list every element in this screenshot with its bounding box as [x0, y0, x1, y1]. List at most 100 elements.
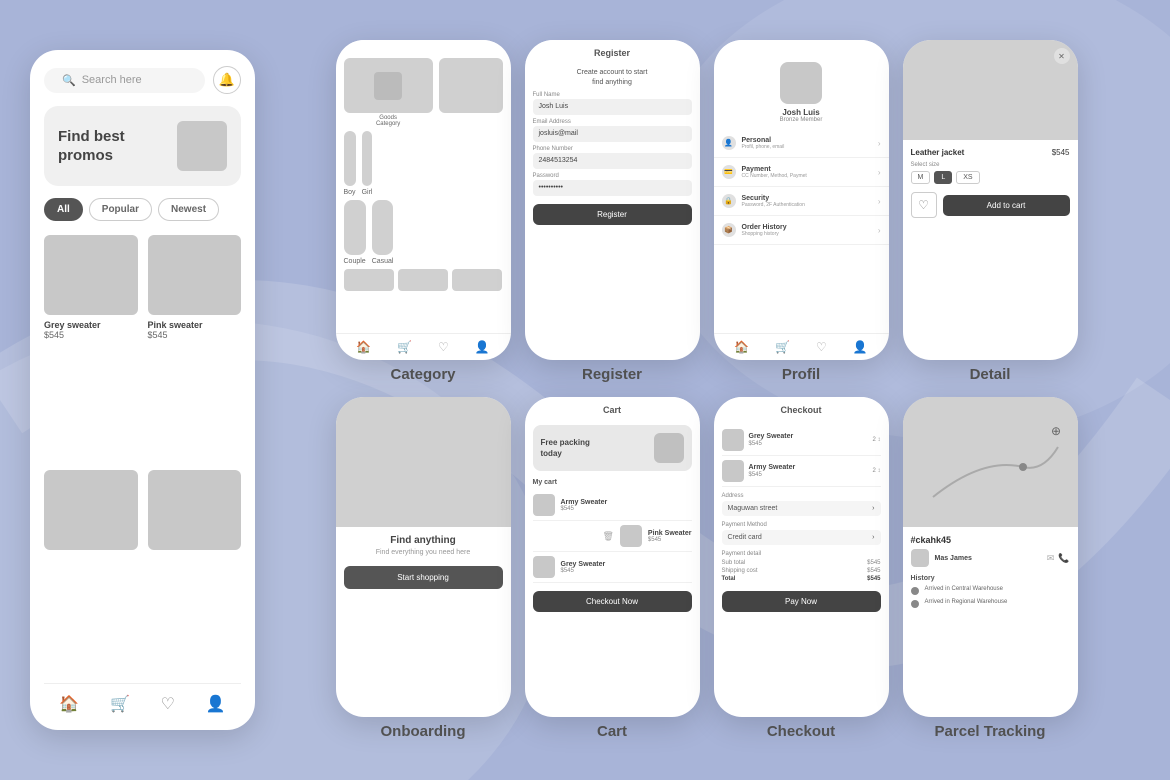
- password-label: Password: [533, 173, 692, 179]
- cart-item-2[interactable]: 🗑 Pink Sweater $545: [533, 521, 692, 552]
- cart-icon[interactable]: 🛒: [775, 340, 790, 354]
- history-dot-icon: [911, 600, 919, 608]
- wishlist-icon[interactable]: ♡: [161, 694, 175, 714]
- cat-side-item: [439, 58, 503, 127]
- address-value[interactable]: Maguwan street ›: [722, 501, 881, 516]
- profil-name: Josh Luis: [782, 108, 819, 117]
- main-layout: 🔍 Search here 🔔 Find bestpromos All Popu…: [0, 0, 1170, 780]
- map-svg: ⊕: [903, 397, 1078, 527]
- email-input[interactable]: josluis@mail: [533, 126, 692, 142]
- cat-label-casual: Casual: [372, 258, 394, 265]
- tab-newest[interactable]: Newest: [158, 198, 219, 221]
- parcel-tracking-id: #ckahk45: [911, 535, 1070, 545]
- cat-side-img: [439, 58, 503, 113]
- phone-input[interactable]: 2484513254: [533, 153, 692, 169]
- main-phone: 🔍 Search here 🔔 Find bestpromos All Popu…: [30, 50, 255, 730]
- cart-col: Cart Free packingtoday My cart Army Swea…: [525, 397, 700, 740]
- checkout-now-button[interactable]: Checkout Now: [533, 591, 692, 612]
- cat-item-casual[interactable]: Casual: [372, 200, 394, 265]
- product-price: $545: [44, 330, 138, 340]
- cart-item-info: Pink Sweater $545: [648, 530, 692, 543]
- search-input[interactable]: 🔍 Search here: [44, 68, 205, 93]
- product-card[interactable]: [148, 470, 242, 675]
- product-card[interactable]: Grey sweater $545: [44, 235, 138, 460]
- wishlist-icon[interactable]: ♡: [438, 340, 449, 354]
- cart-icon[interactable]: 🛒: [397, 340, 412, 354]
- cart-promo-text: Free packingtoday: [541, 437, 590, 459]
- main-phone-col: 🔍 Search here 🔔 Find bestpromos All Popu…: [30, 50, 255, 730]
- tab-popular[interactable]: Popular: [89, 198, 152, 221]
- product-card[interactable]: Pink sweater $545: [148, 235, 242, 460]
- history-text-2: Arrived in Regional Warehouse: [925, 599, 1008, 605]
- history-text-1: Arrived in Central Warehouse: [925, 586, 1003, 592]
- close-button[interactable]: ✕: [1054, 48, 1070, 64]
- checkout-address-section: Address Maguwan street ›: [722, 493, 881, 516]
- checkout-header: Checkout: [714, 397, 889, 419]
- bottom-row: Find anything Find everything you need h…: [273, 397, 1140, 740]
- password-input[interactable]: ••••••••••: [533, 180, 692, 196]
- cat-label-girl: Girl: [362, 189, 373, 196]
- search-placeholder: Search here: [82, 74, 142, 86]
- size-M[interactable]: M: [911, 171, 931, 184]
- profil-menu-personal[interactable]: 👤 Personal Profil, phone, email ›: [714, 129, 889, 158]
- payment-method-label: Payment Method: [722, 522, 881, 528]
- profil-menu-payment[interactable]: 💳 Payment CC Number, Method, Paymet ›: [714, 158, 889, 187]
- right-grid: GoodsCategory Boy: [273, 40, 1140, 740]
- onboarding-subtitle: Find everything you need here: [344, 549, 503, 556]
- profil-menu-left: 🔒 Security Password, 2F Authentication: [722, 194, 805, 208]
- size-L[interactable]: L: [934, 171, 952, 184]
- size-XS[interactable]: XS: [956, 171, 979, 184]
- wishlist-button[interactable]: ♡: [911, 192, 937, 218]
- start-shopping-button[interactable]: Start shopping: [344, 566, 503, 589]
- detail-product-name: Leather jacket: [911, 148, 965, 157]
- delete-icon[interactable]: 🗑: [602, 531, 613, 542]
- cat-item-boy[interactable]: Boy: [344, 131, 356, 196]
- phone-icon[interactable]: 📞: [1058, 553, 1069, 564]
- wishlist-icon[interactable]: ♡: [816, 340, 827, 354]
- register-subtitle: Create account to startfind anything: [533, 68, 692, 88]
- cat-img-casual: [372, 200, 394, 255]
- register-col: Register Create account to startfind any…: [525, 40, 700, 383]
- cat-top-row: GoodsCategory: [344, 58, 503, 127]
- product-price: $545: [148, 330, 242, 340]
- profil-footer: 🏠 🛒 ♡ 👤: [714, 333, 889, 360]
- home-icon[interactable]: 🏠: [356, 340, 371, 354]
- cat-item-girl[interactable]: Girl: [362, 131, 373, 196]
- profil-menu-security[interactable]: 🔒 Security Password, 2F Authentication ›: [714, 187, 889, 216]
- checkout-payment-section: Payment Method Credit card ›: [722, 522, 881, 545]
- cat-row-1: Boy Girl: [344, 131, 503, 196]
- profile-icon[interactable]: 👤: [206, 694, 226, 714]
- cart-phone: Cart Free packingtoday My cart Army Swea…: [525, 397, 700, 717]
- svg-text:⊕: ⊕: [1051, 424, 1061, 438]
- phone-label: Phone Number: [533, 146, 692, 152]
- cart-item-3[interactable]: Grey Sweater $545: [533, 552, 692, 583]
- profil-menu-text-payment: Payment CC Number, Method, Paymet: [742, 166, 807, 179]
- tab-all[interactable]: All: [44, 198, 83, 221]
- cart-item-1[interactable]: Army Sweater $545: [533, 490, 692, 521]
- shipping-row: Shipping cost $545: [722, 567, 881, 575]
- product-card[interactable]: [44, 470, 138, 675]
- cart-icon[interactable]: 🛒: [110, 694, 130, 714]
- cat-img-boy: [344, 131, 356, 186]
- profile-icon[interactable]: 👤: [853, 340, 868, 354]
- search-icon: 🔍: [62, 74, 76, 87]
- register-header: Register: [525, 40, 700, 62]
- profile-icon[interactable]: 👤: [475, 340, 490, 354]
- home-icon[interactable]: 🏠: [59, 694, 79, 714]
- cat-item-couple[interactable]: Couple: [344, 200, 366, 265]
- fullname-input[interactable]: Josh Luis: [533, 99, 692, 115]
- cart-item-price: $545: [561, 506, 608, 512]
- home-icon[interactable]: 🏠: [734, 340, 749, 354]
- message-icon[interactable]: ✉: [1047, 553, 1055, 564]
- personal-icon: 👤: [722, 136, 736, 150]
- payment-method-value[interactable]: Credit card ›: [722, 530, 881, 545]
- pay-now-button[interactable]: Pay Now: [722, 591, 881, 612]
- detail-sizes: M L XS: [911, 171, 1070, 184]
- notification-bell-icon[interactable]: 🔔: [213, 66, 241, 94]
- profil-body: Josh Luis Bronze Member 👤 Personal Profi…: [714, 52, 889, 333]
- register-button[interactable]: Register: [533, 204, 692, 225]
- add-to-cart-button[interactable]: Add to cart: [943, 195, 1070, 216]
- cat-img-girl: [362, 131, 373, 186]
- cart-section-label: My cart: [533, 479, 692, 486]
- profil-menu-orders[interactable]: 📦 Order History Shopping history ›: [714, 216, 889, 245]
